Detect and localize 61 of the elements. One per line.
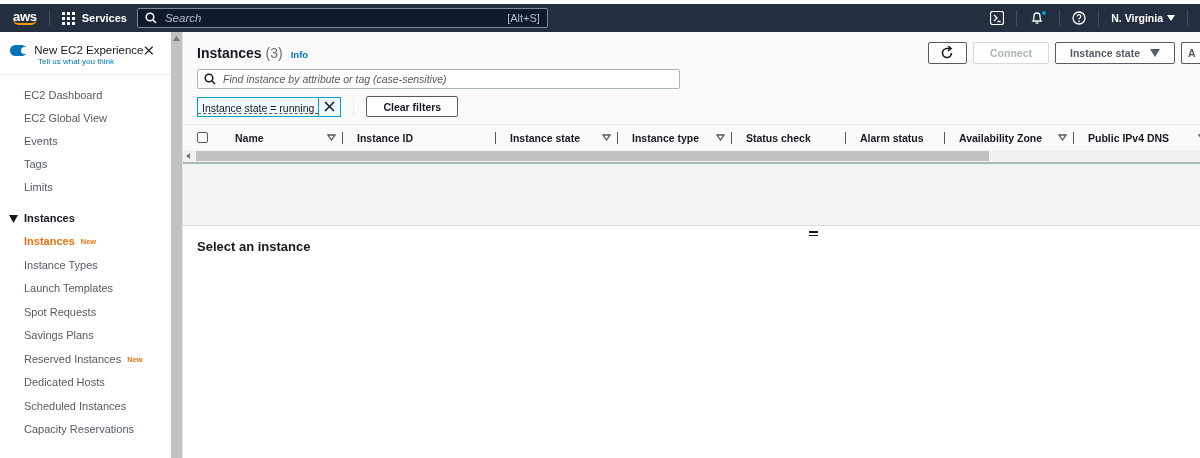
instance-state-button[interactable]: Instance state [1054, 42, 1175, 64]
column-header[interactable]: Public IPv4 DNS [1088, 131, 1194, 144]
instance-count: (3) [265, 45, 283, 61]
toggle-switch[interactable] [10, 44, 28, 56]
nav-link[interactable]: Savings Plans [0, 324, 94, 348]
services-button[interactable]: Services [61, 11, 137, 25]
nav-link[interactable]: Launch Templates [0, 277, 114, 301]
bell-icon[interactable] [1029, 10, 1048, 26]
column-header[interactable]: Instance ID [357, 131, 489, 144]
nav-link[interactable]: Instance Types [0, 253, 98, 277]
sort-icon[interactable] [716, 134, 725, 141]
caret-icon[interactable] [9, 214, 18, 223]
column-header[interactable]: Name [235, 131, 323, 144]
nav-link[interactable]: Reserved Instances [0, 347, 122, 371]
caret-icon [1150, 49, 1160, 57]
nav-link[interactable]: EC2 Global View [0, 107, 171, 130]
clear-filters-button[interactable]: Clear filters [366, 96, 459, 117]
column-header[interactable]: Alarm status [860, 131, 938, 144]
column-header[interactable]: Instance state [510, 131, 598, 144]
close-icon[interactable] [143, 44, 153, 56]
scrollbar[interactable] [171, 32, 183, 458]
nav-link[interactable]: Limits [0, 176, 171, 199]
column-header[interactable]: Status check [746, 131, 839, 144]
refresh-button[interactable] [927, 42, 967, 64]
scroll-thumb[interactable] [196, 151, 989, 161]
scroll-left-icon[interactable] [186, 153, 190, 159]
nav-link[interactable]: Capacity Reservations [0, 418, 135, 442]
filter-token-label: Instance state = running [198, 98, 319, 114]
caret-icon [1167, 15, 1175, 21]
region-selector[interactable]: N. Virginia [1111, 12, 1175, 24]
nav-link[interactable]: Scheduled Instances [0, 394, 127, 418]
search-icon [204, 73, 216, 85]
search-icon [144, 12, 157, 24]
sort-icon[interactable] [602, 134, 611, 141]
nav-link[interactable]: Spot Requests [0, 300, 97, 324]
nav-link[interactable]: EC2 Dashboard [0, 84, 171, 107]
resize-handle[interactable] [809, 231, 818, 236]
help-icon[interactable] [1072, 11, 1087, 25]
nav-link[interactable]: Tags [0, 153, 171, 176]
close-icon [324, 101, 336, 112]
info-link[interactable]: Info [290, 49, 309, 60]
nav-link[interactable]: Events [0, 130, 171, 153]
terminal-icon[interactable] [990, 11, 1005, 25]
page-title: Instances [197, 45, 262, 61]
experience-label: New EC2 Experience [34, 44, 144, 56]
column-header[interactable]: Instance type [632, 131, 712, 144]
select-all-checkbox[interactable] [197, 132, 208, 143]
logo[interactable]: aws [13, 11, 37, 25]
column-header[interactable]: Availability Zone [959, 131, 1054, 144]
feedback-link[interactable]: Tell us what you think [38, 57, 171, 66]
refresh-icon [940, 46, 955, 60]
action-button[interactable]: A [1181, 42, 1200, 64]
nav-link[interactable]: Dedicated Hosts [0, 371, 105, 395]
horizontal-scrollbar[interactable] [183, 150, 1200, 164]
sort-icon[interactable] [1058, 134, 1067, 141]
section-heading[interactable]: Instances [24, 207, 75, 230]
sort-icon[interactable] [327, 134, 336, 141]
grid-icon [61, 11, 75, 25]
details-title: Select an instance [197, 239, 311, 254]
filter-field[interactable]: Find instance by attribute or tag (case-sensitive) [197, 69, 680, 89]
shortcut-hint: [Alt+S] [507, 12, 540, 24]
